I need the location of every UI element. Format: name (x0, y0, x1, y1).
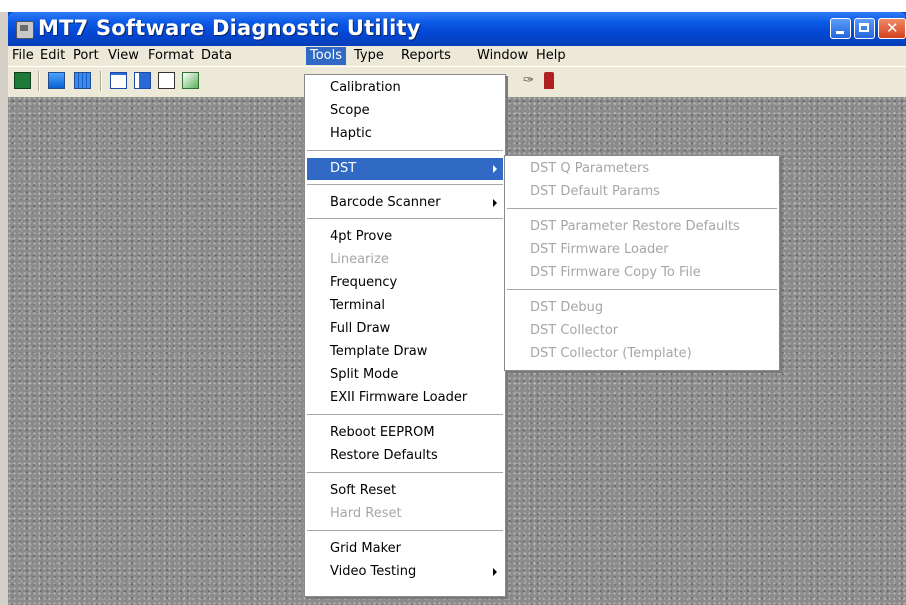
menu-type[interactable]: Type (350, 47, 388, 65)
submenu-arrow-icon (493, 568, 497, 576)
dst-submenu: DST Q Parameters DST Default Params DST … (504, 155, 780, 371)
menu-item-dst-default-params[interactable]: DST Default Params (507, 181, 777, 203)
menu-item-reboot-eeprom[interactable]: Reboot EEPROM (307, 422, 503, 444)
menu-item-grid-maker[interactable]: Grid Maker (307, 538, 503, 560)
probe-icon[interactable]: ✑ (520, 72, 537, 89)
menu-separator (307, 414, 503, 415)
menu-port[interactable]: Port (69, 47, 103, 65)
menu-item-dst-collector[interactable]: DST Collector (507, 320, 777, 342)
window-icon[interactable] (110, 72, 127, 89)
menu-item-barcode-scanner[interactable]: Barcode Scanner (307, 192, 503, 214)
menu-help[interactable]: Help (532, 47, 570, 65)
menu-separator (507, 208, 777, 209)
submenu-arrow-icon (493, 165, 497, 173)
menu-item-calibration[interactable]: Calibration (307, 77, 503, 99)
menu-item-4pt-prove[interactable]: 4pt Prove (307, 226, 503, 248)
menu-item-dst-debug[interactable]: DST Debug (507, 297, 777, 319)
menu-item-dst-parameter-restore-defaults[interactable]: DST Parameter Restore Defaults (507, 216, 777, 238)
menu-item-dst-label: DST (330, 161, 357, 176)
menu-separator (307, 530, 503, 531)
menu-file[interactable]: File (8, 47, 38, 65)
menu-item-dst-firmware-copy-to-file[interactable]: DST Firmware Copy To File (507, 262, 777, 284)
minimize-button[interactable] (830, 18, 851, 39)
table-icon[interactable] (48, 72, 65, 89)
menu-item-dst[interactable]: DST (307, 158, 503, 180)
submenu-arrow-icon (493, 199, 497, 207)
menu-data[interactable]: Data (197, 47, 236, 65)
menu-item-terminal[interactable]: Terminal (307, 295, 503, 317)
boot-icon[interactable] (544, 72, 554, 89)
window-title: MT7 Software Diagnostic Utility (38, 16, 421, 40)
app-icon (16, 21, 34, 39)
menu-item-full-draw[interactable]: Full Draw (307, 318, 503, 340)
menu-reports[interactable]: Reports (397, 47, 455, 65)
maximize-button[interactable] (854, 18, 875, 39)
chart-icon[interactable] (182, 72, 199, 89)
menu-item-template-draw[interactable]: Template Draw (307, 341, 503, 363)
menu-item-linearize[interactable]: Linearize (307, 249, 503, 271)
menu-item-frequency[interactable]: Frequency (307, 272, 503, 294)
background-edge (0, 12, 8, 605)
panel-icon[interactable] (134, 72, 151, 89)
menu-item-soft-reset[interactable]: Soft Reset (307, 480, 503, 502)
menu-item-restore-defaults[interactable]: Restore Defaults (307, 445, 503, 467)
menu-separator (507, 289, 777, 290)
grid-icon[interactable] (74, 72, 91, 89)
toolbar-separator (100, 71, 102, 91)
menu-separator (307, 150, 503, 151)
tools-menu: Calibration Scope Haptic DST Barcode Sca… (304, 74, 506, 597)
menu-separator (307, 218, 503, 219)
menu-item-exii-firmware-loader[interactable]: EXII Firmware Loader (307, 387, 503, 409)
blank-page-icon[interactable] (158, 72, 175, 89)
menu-item-video-testing[interactable]: Video Testing (307, 561, 503, 583)
title-bar[interactable]: MT7 Software Diagnostic Utility (8, 12, 906, 46)
menu-window[interactable]: Window (473, 47, 532, 65)
menu-separator (307, 184, 503, 185)
menu-item-barcode-scanner-label: Barcode Scanner (330, 195, 441, 210)
menu-item-split-mode[interactable]: Split Mode (307, 364, 503, 386)
menu-item-scope[interactable]: Scope (307, 100, 503, 122)
book-icon[interactable] (14, 72, 31, 89)
menu-item-dst-collector-template[interactable]: DST Collector (Template) (507, 343, 777, 365)
menu-edit[interactable]: Edit (36, 47, 69, 65)
menu-item-hard-reset[interactable]: Hard Reset (307, 503, 503, 525)
menu-item-dst-firmware-loader[interactable]: DST Firmware Loader (507, 239, 777, 261)
menu-item-haptic[interactable]: Haptic (307, 123, 503, 145)
menu-format[interactable]: Format (144, 47, 198, 65)
menu-view[interactable]: View (104, 47, 143, 65)
menu-tools[interactable]: Tools (306, 47, 347, 65)
close-button[interactable] (878, 18, 906, 39)
menu-item-video-testing-label: Video Testing (330, 564, 417, 579)
menu-separator (307, 472, 503, 473)
menu-bar: File Edit Port View Format Data Tools Ty… (8, 46, 906, 66)
toolbar-separator (38, 71, 40, 91)
menu-item-dst-q-parameters[interactable]: DST Q Parameters (507, 158, 777, 180)
